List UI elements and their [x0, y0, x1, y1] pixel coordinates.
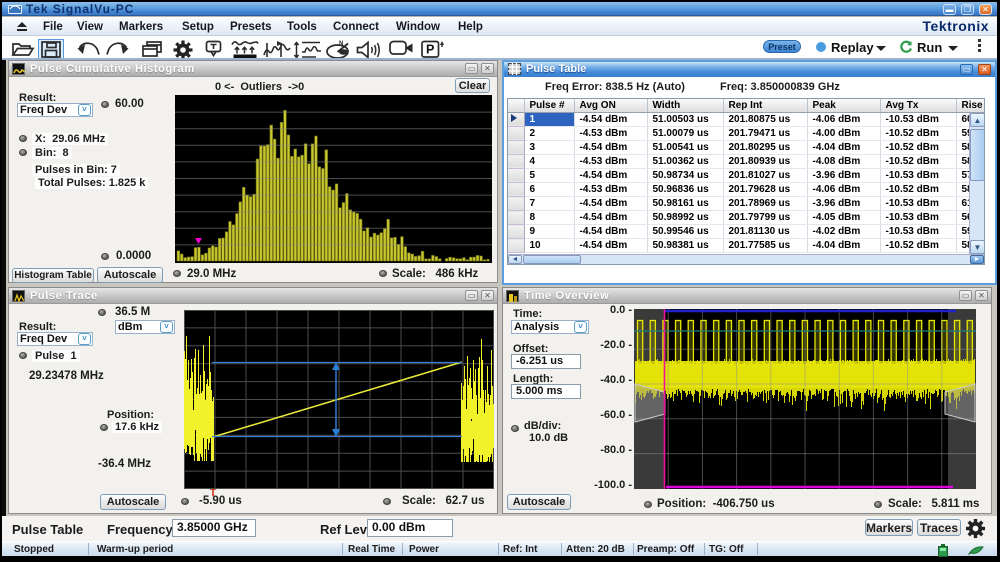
svg-text:N: N	[339, 41, 343, 47]
svg-text:P: P	[426, 43, 434, 57]
